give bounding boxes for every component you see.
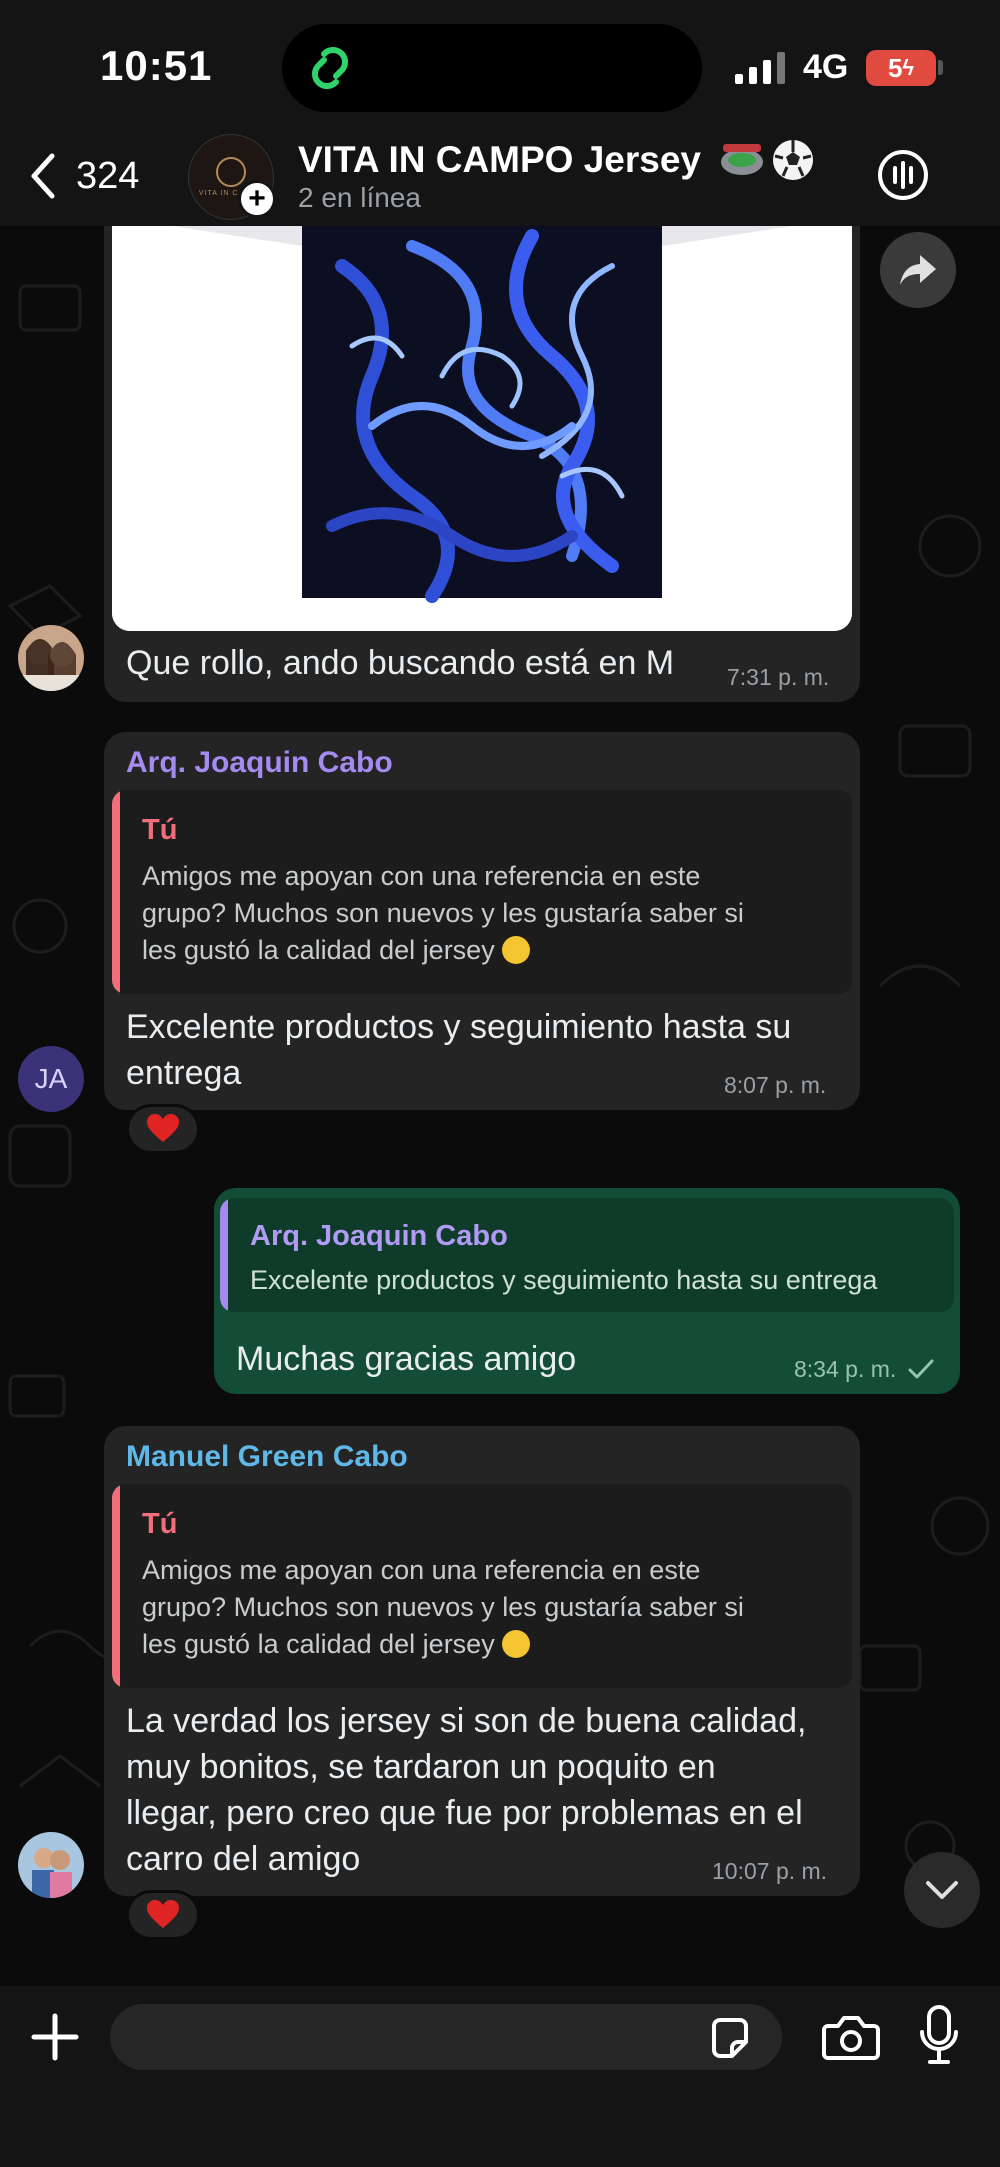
charging-bolt-icon: ϟ [902, 55, 915, 80]
quote-text: Amigos me apoyan con una referencia en e… [142, 1552, 744, 1663]
quote-line-text: les gustó la calidad del jersey [142, 1629, 495, 1659]
quoted-message[interactable]: Tú Amigos me apoyan con una referencia e… [112, 1484, 852, 1688]
jersey-image[interactable] [112, 226, 852, 631]
avatar-photo [18, 625, 84, 691]
sticker-icon[interactable] [708, 2016, 752, 2060]
quote-bar [220, 1198, 228, 1312]
group-name: VITA IN CAMPO Jersey [298, 139, 702, 180]
forward-button[interactable] [880, 232, 956, 308]
quote-line: les gustó la calidad del jersey [142, 1626, 744, 1663]
soccer-ball-emoji-icon [773, 140, 814, 180]
title-emojis [719, 138, 815, 182]
message-input[interactable] [110, 2004, 782, 2070]
quoted-message[interactable]: Tú Amigos me apoyan con una referencia e… [112, 790, 852, 994]
battery-nub [938, 60, 943, 75]
message-text: Excelente productos y seguimiento hasta … [126, 1004, 791, 1096]
battery-indicator: 5ϟ [866, 50, 936, 86]
chat-header: 324 VITA IN CAMPO + VITA IN CAMPO Jersey… [0, 130, 1000, 226]
sender-name[interactable]: Manuel Green Cabo [126, 1440, 408, 1474]
group-title[interactable]: VITA IN CAMPO Jersey [298, 138, 815, 182]
message-text: Que rollo, ando buscando está en M [126, 644, 675, 682]
message-line: entrega [126, 1054, 242, 1092]
group-logo-icon [216, 157, 246, 187]
message-line: llegar, pero creo que fue por problemas … [126, 1794, 803, 1832]
heart-icon [147, 1114, 179, 1142]
quote-line-text: les gustó la calidad del jersey [142, 935, 495, 965]
message-time: 7:31 p. m. [727, 664, 830, 690]
quote-line: Amigos me apoyan con una referencia en e… [142, 861, 701, 891]
sender-avatar[interactable] [18, 1832, 84, 1898]
back-button[interactable]: 324 [28, 152, 139, 200]
sender-name[interactable]: Arq. Joaquin Cabo [126, 746, 393, 780]
message-text: Muchas gracias amigo [236, 1340, 577, 1378]
cell-signal-icon [735, 52, 785, 84]
stadium-emoji-icon [721, 144, 764, 175]
jersey-photo [112, 226, 852, 631]
quote-text: Excelente productos y seguimiento hasta … [250, 1265, 878, 1295]
online-status: 2 en línea [298, 182, 421, 213]
quote-bar [112, 1484, 120, 1688]
outgoing-message-bubble[interactable]: Arq. Joaquin Cabo Excelente productos y … [214, 1188, 960, 1394]
message-line: La verdad los jersey si son de buena cal… [126, 1702, 807, 1740]
quote-bar [112, 790, 120, 994]
chevron-down-icon [926, 1881, 958, 1899]
heart-icon [147, 1900, 179, 1928]
quote-line: grupo? Muchos son nuevos y les gustaría … [142, 898, 744, 928]
grinning-emoji-icon [502, 936, 531, 964]
battery-level: 5 [887, 52, 903, 83]
quote-line: Amigos me apoyan con una referencia en e… [142, 1555, 701, 1585]
chevron-left-icon [31, 153, 55, 199]
message-line: carro del amigo [126, 1840, 361, 1878]
scroll-to-bottom-button[interactable] [904, 1852, 980, 1928]
message-line: muy bonitos, se tardaron un poquito en [126, 1748, 716, 1786]
network-type: 4G [803, 48, 849, 86]
message-text: La verdad los jersey si son de buena cal… [126, 1698, 806, 1882]
sender-avatar[interactable]: JA [18, 1046, 84, 1112]
link-activity-icon [311, 46, 349, 90]
quote-author: Tú [142, 1508, 178, 1540]
message-bubble[interactable]: Manuel Green Cabo Tú Amigos me apoyan co… [104, 1426, 860, 1896]
sender-avatar[interactable] [18, 625, 84, 691]
camera-icon[interactable] [822, 2010, 880, 2064]
forward-icon [900, 255, 936, 285]
quote-author: Tú [142, 814, 178, 846]
status-time: 10:51 [100, 42, 213, 89]
plus-icon[interactable] [28, 2010, 82, 2064]
quote-text: Amigos me apoyan con una referencia en e… [142, 858, 744, 969]
quote-author: Arq. Joaquin Cabo [250, 1220, 508, 1252]
add-member-icon[interactable]: + [238, 180, 276, 218]
quote-line: grupo? Muchos son nuevos y les gustaría … [142, 1592, 744, 1622]
message-time: 8:34 p. m. [794, 1356, 897, 1382]
message-bubble[interactable]: Arq. Joaquin Cabo Tú Amigos me apoyan co… [104, 732, 860, 1110]
unread-count: 324 [76, 154, 140, 197]
microphone-icon[interactable] [918, 2004, 960, 2066]
message-line: Excelente productos y seguimiento hasta … [126, 1008, 792, 1046]
image-message-bubble[interactable]: Que rollo, ando buscando está en M 7:31 … [104, 226, 860, 702]
heart-reaction[interactable] [126, 1104, 200, 1154]
message-input-bar [0, 1986, 1000, 2167]
group-call-icon[interactable] [876, 148, 930, 202]
status-bar: 10:51 4G 5ϟ [0, 0, 1000, 130]
message-time: 8:07 p. m. [724, 1072, 827, 1098]
heart-reaction[interactable] [126, 1890, 200, 1940]
avatar-photo [18, 1832, 84, 1898]
message-time: 10:07 p. m. [712, 1858, 828, 1884]
quote-line: les gustó la calidad del jersey [142, 932, 744, 969]
dynamic-island [282, 24, 702, 112]
quoted-message[interactable]: Arq. Joaquin Cabo Excelente productos y … [220, 1198, 954, 1312]
sent-check-icon [908, 1359, 934, 1379]
grinning-emoji-icon [502, 1630, 531, 1658]
